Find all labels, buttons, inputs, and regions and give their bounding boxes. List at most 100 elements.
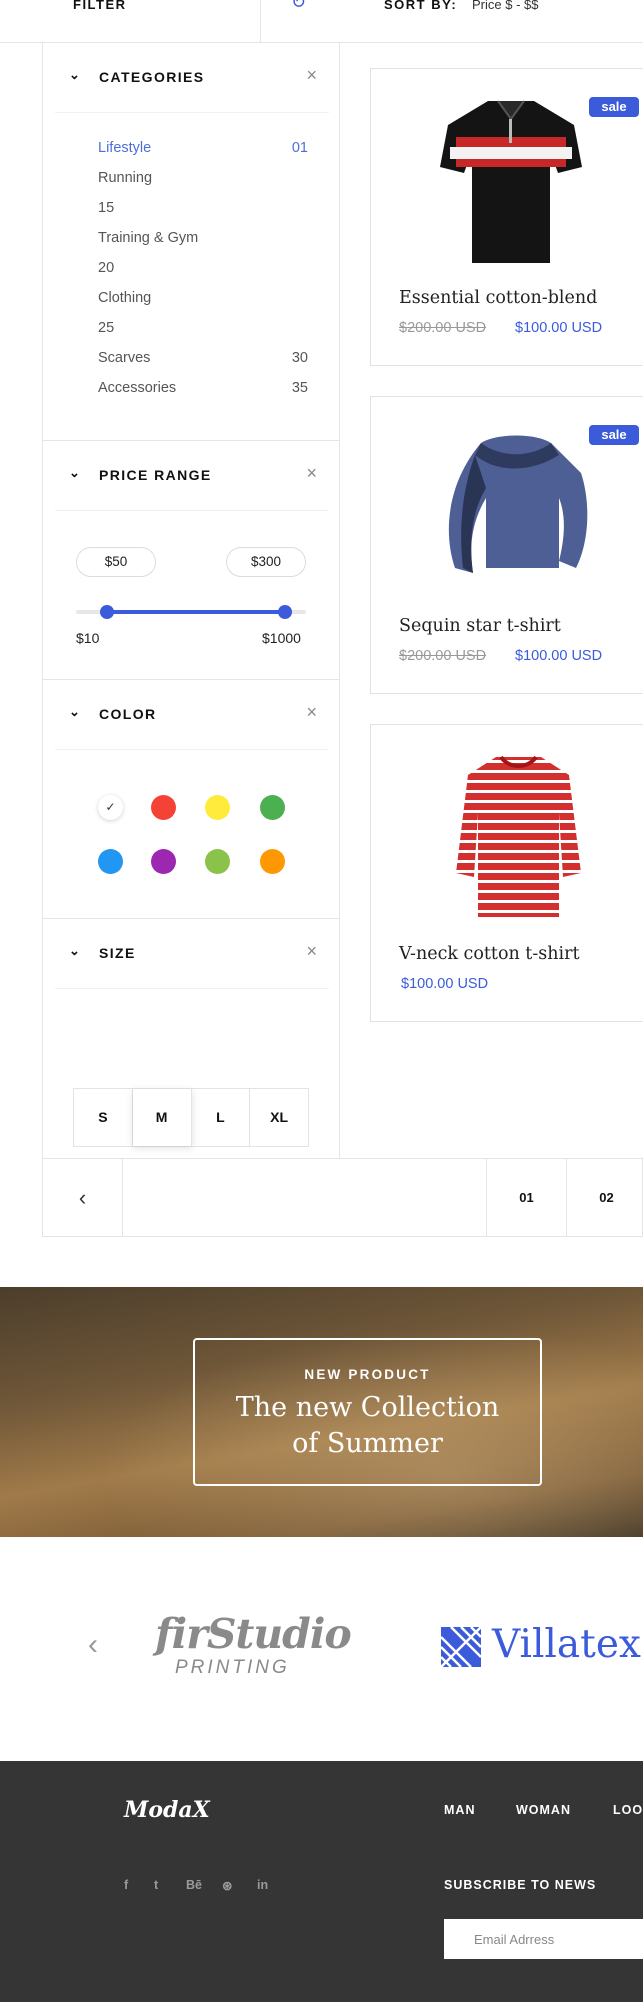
price-slider-track[interactable] xyxy=(76,605,306,619)
page-button[interactable]: 02 xyxy=(566,1159,643,1236)
size-header[interactable]: ⌄ SIZE × xyxy=(55,919,329,989)
color-swatch-lime[interactable] xyxy=(205,849,230,874)
color-title: COLOR xyxy=(99,706,157,722)
footer-nav-man[interactable]: MAN xyxy=(444,1803,475,1817)
price-min-label: $10 xyxy=(76,630,100,646)
chevron-down-icon: ⌄ xyxy=(69,67,80,82)
product-price: $100.00 USD xyxy=(515,320,603,336)
category-item[interactable]: 25 xyxy=(98,320,114,336)
sale-badge: sale xyxy=(589,425,639,445)
product-old-price: $200.00 USD xyxy=(399,320,487,336)
facebook-icon[interactable]: f xyxy=(124,1878,128,1892)
category-item[interactable]: Scarves xyxy=(98,350,150,366)
category-item[interactable]: Training & Gym xyxy=(98,230,198,246)
linkedin-icon[interactable]: in xyxy=(257,1878,268,1892)
email-input[interactable] xyxy=(444,1919,643,1959)
price-slider-min-handle[interactable] xyxy=(100,605,114,619)
category-item[interactable]: Lifestyle xyxy=(98,140,151,156)
size-title: SIZE xyxy=(99,945,136,961)
sweater-image xyxy=(448,435,588,573)
color-swatch-blue[interactable] xyxy=(98,849,123,874)
chevron-left-icon: ‹ xyxy=(78,1185,87,1210)
product-name[interactable]: V-neck cotton t-shirt xyxy=(399,944,580,964)
size-option-s[interactable]: S xyxy=(74,1089,133,1146)
footer-nav-look[interactable]: LOOK xyxy=(613,1803,643,1817)
color-swatch-purple[interactable] xyxy=(151,849,176,874)
price-max-label: $1000 xyxy=(262,630,301,646)
category-item[interactable]: Clothing xyxy=(98,290,151,306)
product-old-price: $200.00 USD xyxy=(399,648,487,664)
category-count: 01 xyxy=(291,140,308,156)
chevron-down-icon: ⌄ xyxy=(69,943,80,958)
category-count: 30 xyxy=(291,350,308,366)
villatex-logo: Villatex xyxy=(492,1622,641,1667)
pagination: ‹ 01 02 xyxy=(42,1158,643,1237)
price-range-title: PRICE RANGE xyxy=(99,467,212,483)
polo-shirt-image xyxy=(440,100,582,263)
close-icon[interactable]: × xyxy=(306,702,317,723)
color-swatch-yellow[interactable] xyxy=(205,795,230,820)
behance-icon[interactable]: Bē xyxy=(186,1878,202,1892)
dribbble-icon[interactable]: ⊛ xyxy=(222,1878,232,1893)
color-swatch-red[interactable] xyxy=(151,795,176,820)
color-header[interactable]: ⌄ COLOR × xyxy=(55,680,329,750)
product-name[interactable]: Sequin star t-shirt xyxy=(399,616,561,636)
price-min-input[interactable]: $50 xyxy=(76,547,156,577)
striped-tshirt-image xyxy=(456,755,581,917)
check-icon: ✓ xyxy=(105,800,116,814)
price-slider-max-handle[interactable] xyxy=(278,605,292,619)
category-item[interactable]: 15 xyxy=(98,200,114,216)
banner-title: The new Collection of Summer xyxy=(195,1390,540,1462)
footer-nav-woman[interactable]: WOMAN xyxy=(516,1803,571,1817)
category-item[interactable]: Accessories xyxy=(98,380,176,396)
sort-by-label: SORT BY: xyxy=(384,0,458,12)
size-option-m[interactable]: M xyxy=(132,1089,192,1146)
refresh-icon: ↻ xyxy=(291,0,307,12)
promo-banner: NEW PRODUCT The new Collection of Summer xyxy=(0,1287,643,1537)
color-section: ⌄ COLOR × ✓ xyxy=(43,680,340,919)
site-footer: ModaX MAN WOMAN LOOK f t Bē ⊛ in SUBSCRI… xyxy=(0,1761,643,2002)
categories-section: ⌄ CATEGORIES × Lifestyle 01 Running 15 T… xyxy=(43,43,340,441)
banner-title-line-2: of Summer xyxy=(292,1428,443,1459)
filter-label: FILTER xyxy=(73,0,127,12)
close-icon[interactable]: × xyxy=(306,463,317,484)
close-icon[interactable]: × xyxy=(306,941,317,962)
categories-header[interactable]: ⌄ CATEGORIES × xyxy=(55,43,329,113)
twitter-icon[interactable]: t xyxy=(154,1878,158,1892)
reset-filter-button[interactable]: ↻ xyxy=(260,0,340,43)
category-item[interactable]: Running xyxy=(98,170,152,186)
price-range-header[interactable]: ⌄ PRICE RANGE × xyxy=(55,441,329,511)
chevron-left-icon: ‹ xyxy=(88,1628,98,1661)
filter-sort-bar: FILTER ↻ SORT BY: Price $ - $$ xyxy=(0,0,643,43)
close-icon[interactable]: × xyxy=(306,65,317,86)
size-option-l[interactable]: L xyxy=(192,1089,251,1146)
product-price: $100.00 USD xyxy=(515,648,603,664)
filter-sidebar: ⌄ CATEGORIES × Lifestyle 01 Running 15 T… xyxy=(42,43,340,1158)
chevron-down-icon: ⌄ xyxy=(69,704,80,719)
color-swatch-white[interactable]: ✓ xyxy=(98,795,123,820)
categories-title: CATEGORIES xyxy=(99,69,205,85)
category-item[interactable]: 20 xyxy=(98,260,114,276)
chevron-down-icon: ⌄ xyxy=(69,465,80,480)
logo-carousel-prev-button[interactable]: ‹ xyxy=(88,1628,98,1662)
footer-brand-logo[interactable]: ModaX xyxy=(124,1797,210,1823)
previous-page-button[interactable]: ‹ xyxy=(43,1159,123,1236)
price-max-input[interactable]: $300 xyxy=(226,547,306,577)
product-name[interactable]: Essential cotton-blend xyxy=(399,288,597,308)
size-option-xl[interactable]: XL xyxy=(250,1089,308,1146)
firstudio-logo: firStudio xyxy=(155,1610,352,1658)
banner-kicker: NEW PRODUCT xyxy=(304,1367,431,1382)
color-swatch-orange[interactable] xyxy=(260,849,285,874)
product-card[interactable]: sale Sequin star t-shirt $200.00 USD $10… xyxy=(370,396,643,694)
page-button[interactable]: 01 xyxy=(486,1159,566,1236)
color-swatch-green[interactable] xyxy=(260,795,285,820)
category-count: 35 xyxy=(291,380,308,396)
product-card[interactable]: V-neck cotton t-shirt $100.00 USD xyxy=(370,724,643,1022)
product-card[interactable]: sale Essential cotton-blend $200.00 USD … xyxy=(370,68,643,366)
sale-badge: sale xyxy=(589,97,639,117)
banner-cta[interactable]: NEW PRODUCT The new Collection of Summer xyxy=(193,1338,542,1486)
firstudio-logo-sub: PRINTING xyxy=(175,1657,290,1678)
banner-title-line-1: The new Collection xyxy=(235,1392,500,1423)
sort-select[interactable]: Price $ - $$ xyxy=(472,0,538,12)
product-price: $100.00 USD xyxy=(401,976,489,992)
